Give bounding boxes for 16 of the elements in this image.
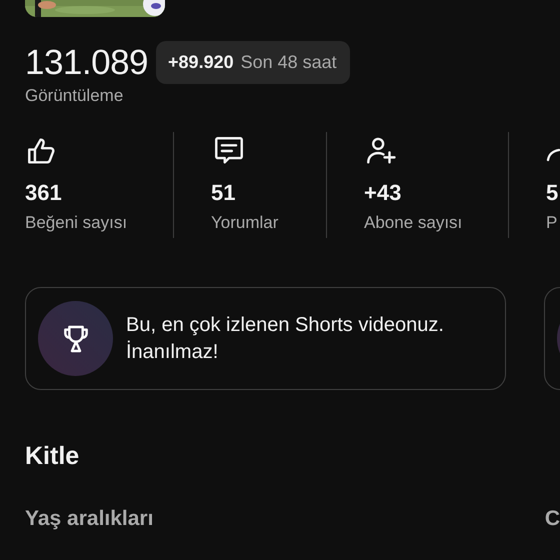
audience-section-title: C (544, 507, 560, 531)
stat-value: 361 (25, 180, 63, 206)
section-title: Kitle (25, 442, 80, 471)
stat-value: 51 (211, 180, 236, 206)
views-period: Son 48 saat (240, 52, 337, 73)
stat-label: Yorumlar (211, 213, 280, 233)
stat-value: 5 (546, 180, 560, 206)
view-count: 131.089 (25, 42, 148, 82)
stat-label: Beğeni sayısı (25, 213, 128, 233)
views-label: Görüntüleme (25, 86, 124, 106)
audience-section-title: Yaş aralıkları (25, 507, 154, 531)
stat-label: Abone sayısı (364, 213, 464, 233)
stat-value: +43 (364, 180, 402, 206)
views-delta: +89.920 (168, 52, 234, 73)
achievement-text: Bu, en çok izlenen Shorts videonuz. İnanılmaz! (126, 312, 445, 364)
stat-label: P (546, 213, 558, 233)
